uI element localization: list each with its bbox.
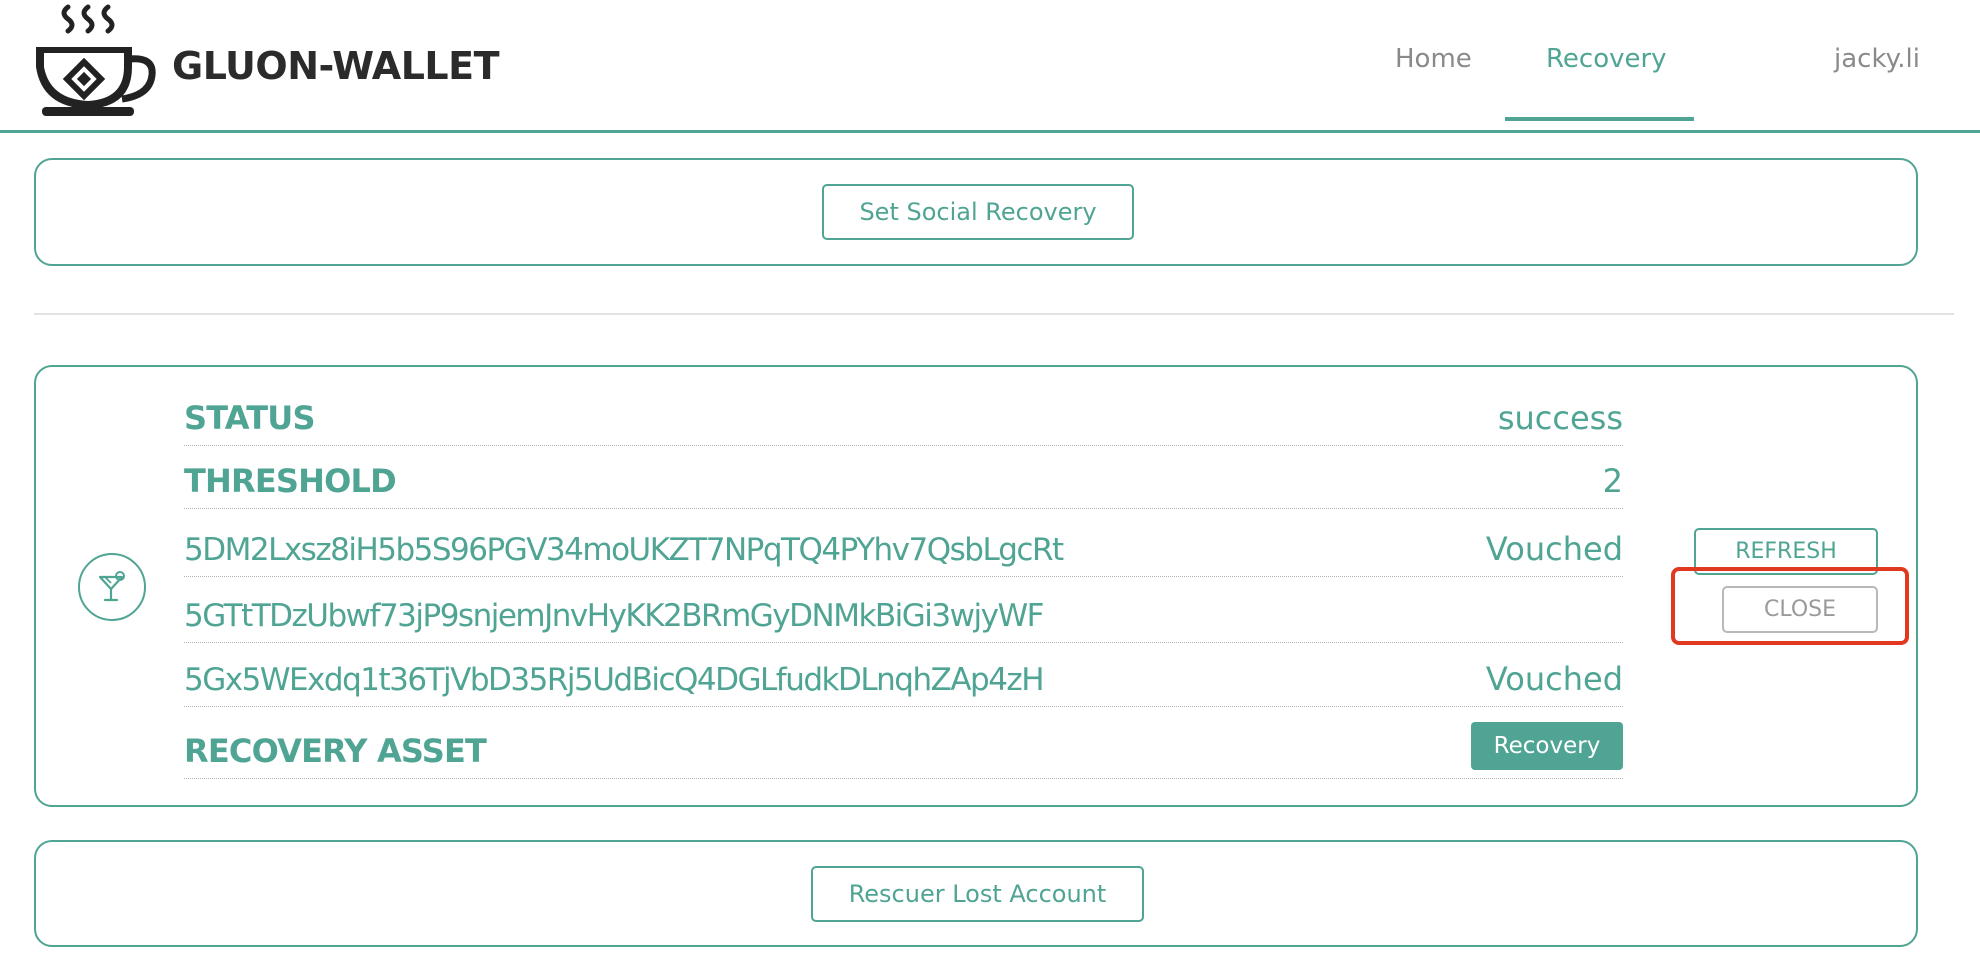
close-button[interactable]: CLOSE bbox=[1722, 586, 1878, 633]
friend-address: 5GTtTDzUbwf73jP9snjemJnvHyKK2BRmGyDNMkBi… bbox=[184, 598, 1044, 634]
threshold-value: 2 bbox=[1602, 462, 1623, 500]
friend-status: Vouched bbox=[1485, 530, 1623, 568]
recovery-asset-row: RECOVERY ASSET Recovery bbox=[184, 709, 1623, 779]
friend-address: 5Gx5WExdq1t36TjVbD35Rj5UdBicQ4DGLfudkDLn… bbox=[184, 662, 1045, 698]
nav-recovery[interactable]: Recovery bbox=[1546, 44, 1667, 74]
recovery-asset-button[interactable]: Recovery bbox=[1471, 722, 1623, 770]
threshold-label: THRESHOLD bbox=[184, 462, 397, 500]
brand-title: GLUON-WALLET bbox=[172, 44, 500, 88]
set-social-recovery-panel: Set Social Recovery bbox=[34, 158, 1918, 266]
nav-user-account[interactable]: jacky.li bbox=[1834, 44, 1920, 74]
status-label: STATUS bbox=[184, 399, 316, 437]
recovery-info-panel: STATUS success THRESHOLD 2 5DM2Lxsz8iH5b… bbox=[34, 365, 1918, 807]
set-social-recovery-button[interactable]: Set Social Recovery bbox=[822, 184, 1134, 240]
coffee-cup-logo-icon bbox=[36, 4, 156, 116]
refresh-button[interactable]: REFRESH bbox=[1694, 528, 1878, 575]
threshold-row: THRESHOLD 2 bbox=[184, 448, 1623, 509]
nav-home[interactable]: Home bbox=[1395, 44, 1472, 74]
rescuer-lost-account-button[interactable]: Rescuer Lost Account bbox=[811, 866, 1144, 922]
rescuer-lost-account-panel: Rescuer Lost Account bbox=[34, 840, 1918, 947]
section-divider bbox=[34, 313, 1954, 315]
status-value: success bbox=[1497, 399, 1623, 437]
cocktail-icon bbox=[78, 553, 146, 621]
friend-row: 5Gx5WExdq1t36TjVbD35Rj5UdBicQ4DGLfudkDLn… bbox=[184, 643, 1623, 707]
nav-active-indicator bbox=[1505, 117, 1694, 121]
friend-status: Vouched bbox=[1485, 660, 1623, 698]
friend-row: 5GTtTDzUbwf73jP9snjemJnvHyKK2BRmGyDNMkBi… bbox=[184, 579, 1623, 643]
friend-row: 5DM2Lxsz8iH5b5S96PGV34moUKZT7NPqTQ4PYhv7… bbox=[184, 513, 1623, 577]
app-header: GLUON-WALLET Home Recovery jacky.li bbox=[0, 0, 1980, 133]
recovery-asset-label: RECOVERY ASSET bbox=[184, 732, 487, 770]
status-row: STATUS success bbox=[184, 387, 1623, 446]
friend-address: 5DM2Lxsz8iH5b5S96PGV34moUKZT7NPqTQ4PYhv7… bbox=[184, 532, 1064, 568]
